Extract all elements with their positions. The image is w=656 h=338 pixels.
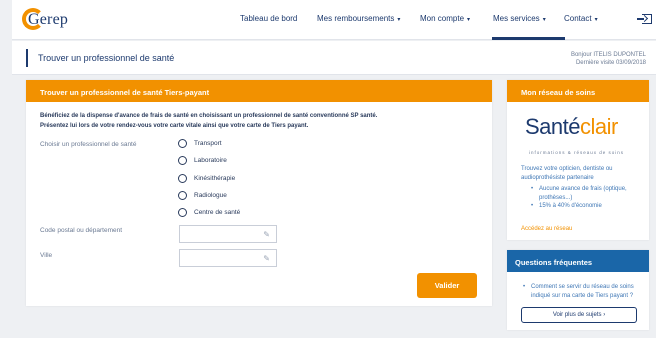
faq-question-link[interactable]: Comment se servir du réseau de soins ind…: [521, 283, 645, 300]
nav-mes-remboursements[interactable]: Mes remboursements ▾: [317, 14, 400, 23]
pencil-icon: ✎: [263, 230, 270, 239]
list-item: Aucune avance de frais (optique, prothès…: [527, 185, 645, 202]
radio-transport[interactable]: Transport: [178, 139, 222, 148]
chevron-down-icon: ▾: [594, 17, 598, 23]
radio-laboratoire[interactable]: Laboratoire: [178, 156, 227, 165]
nav-contact[interactable]: Contact ▾: [564, 14, 598, 23]
radio-circle[interactable]: [178, 156, 187, 165]
logo-tagline: informations & réseaux de soins: [529, 150, 625, 155]
radio-circle[interactable]: [178, 174, 187, 183]
postal-code-input[interactable]: ✎: [179, 225, 277, 243]
nav-mes-services[interactable]: Mes services ▾: [493, 14, 546, 23]
postal-code-label: Code postal ou département: [40, 227, 123, 234]
intro-line-2: Présentez lui lors de votre rendez-vous …: [40, 123, 309, 129]
submit-button[interactable]: Valider: [417, 273, 477, 298]
title-accent-bar: [26, 49, 28, 67]
radio-centre-de-sante[interactable]: Centre de santé: [178, 208, 240, 217]
more-topics-label: Voir plus de sujets: [552, 312, 602, 318]
radio-radiologue[interactable]: Radiologue: [178, 191, 227, 200]
choose-professional-label: Choisir un professionnel de santé: [40, 141, 137, 148]
chevron-right-icon: ›: [603, 312, 606, 318]
pencil-icon: ✎: [263, 254, 270, 263]
last-visit-text: Dernière visite 03/09/2018: [575, 60, 646, 66]
user-greeting: Bonjour ITELIS DUPONTEL Dernière visite …: [571, 51, 646, 67]
care-network-card: Mon réseau de soins Santéclair informati…: [507, 80, 649, 240]
logo-part-2: clair: [580, 114, 618, 139]
logout-icon[interactable]: [637, 14, 652, 24]
network-access-link[interactable]: Accédez au réseau: [521, 226, 572, 232]
page-title: Trouver un professionnel de santé: [38, 53, 175, 63]
radio-circle[interactable]: [178, 139, 187, 148]
form-card-title: Trouver un professionnel de santé Tiers-…: [26, 80, 492, 102]
search-form-card: Trouver un professionnel de santé Tiers-…: [26, 80, 492, 306]
logo-part-1: Santé: [525, 114, 581, 139]
radio-circle[interactable]: [178, 208, 187, 217]
radio-label: Transport: [194, 140, 222, 147]
network-benefits: Aucune avance de frais (optique, prothès…: [527, 185, 645, 211]
radio-label: Kinésithérapie: [194, 175, 236, 182]
list-item: 15% à 40% d'économie: [527, 202, 645, 211]
network-description: Trouvez votre opticien, dentiste ou audi…: [521, 166, 613, 181]
radio-label: Laboratoire: [194, 157, 227, 164]
top-navbar: Gerep Tableau de bord Mes remboursements…: [12, 0, 656, 40]
radio-circle[interactable]: [178, 191, 187, 200]
nav-mon-compte[interactable]: Mon compte ▾: [420, 14, 470, 23]
intro-line-1: Bénéficiez de la dispense d'avance de fr…: [40, 113, 378, 119]
city-input[interactable]: ✎: [179, 249, 277, 267]
network-card-title: Mon réseau de soins: [507, 80, 649, 102]
radio-kinesitherapie[interactable]: Kinésithérapie: [178, 174, 235, 183]
greeting-text: Bonjour ITELIS DUPONTEL: [570, 52, 646, 58]
nav-active-indicator: [492, 37, 565, 40]
chevron-down-icon: ▾: [467, 17, 471, 23]
radio-label: Radiologue: [194, 192, 227, 199]
chevron-down-icon: ▾: [542, 17, 546, 23]
brand-logo[interactable]: Gerep: [22, 8, 68, 32]
more-topics-button[interactable]: Voir plus de sujets ›: [521, 307, 637, 323]
city-label: Ville: [40, 252, 53, 259]
chevron-down-icon: ▾: [397, 17, 401, 23]
brand-name: Gerep: [28, 11, 69, 28]
faq-card: Questions fréquentes Comment se servir d…: [507, 250, 649, 330]
page-header: Trouver un professionnel de santé Bonjou…: [12, 41, 656, 75]
radio-label: Centre de santé: [194, 209, 241, 216]
form-intro: Bénéficiez de la dispense d'avance de fr…: [40, 111, 377, 131]
faq-card-title: Questions fréquentes: [507, 250, 649, 272]
nav-tableau-de-bord[interactable]: Tableau de bord: [240, 14, 297, 23]
santeclair-logo: Santéclair: [525, 114, 618, 140]
